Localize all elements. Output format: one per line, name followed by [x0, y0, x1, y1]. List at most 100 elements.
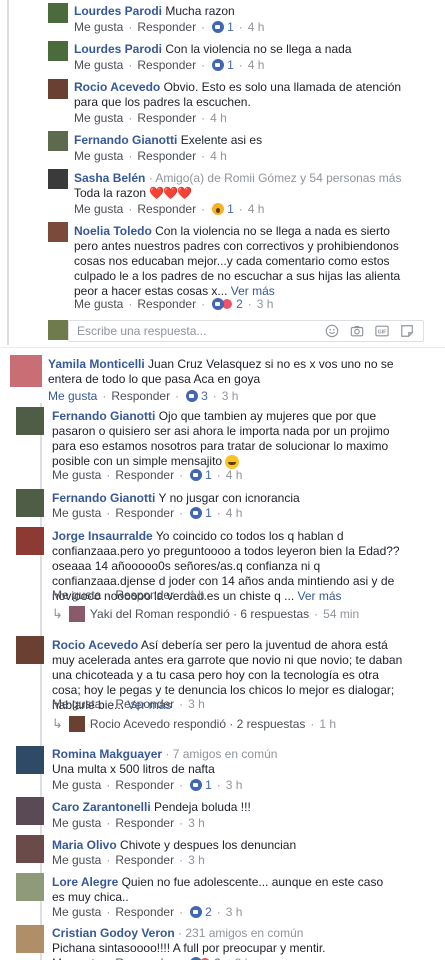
- avatar[interactable]: [48, 169, 68, 189]
- author-name[interactable]: Fernando Gianotti: [52, 491, 155, 505]
- author-name[interactable]: Lourdes Parodi: [74, 4, 162, 18]
- reply-button[interactable]: Responder: [137, 149, 196, 163]
- view-replies[interactable]: ↳ Yaki del Roman respondió · 6 respuesta…: [52, 606, 359, 622]
- timestamp[interactable]: 4 h: [188, 588, 205, 602]
- like-button[interactable]: Me gusta: [52, 697, 101, 711]
- author-name[interactable]: Maria Olivo: [52, 838, 117, 852]
- reaction-count[interactable]: 1: [205, 506, 212, 520]
- timestamp[interactable]: 3 h: [188, 697, 205, 711]
- avatar[interactable]: [10, 355, 42, 387]
- timestamp[interactable]: 3 h: [222, 389, 239, 403]
- author-name[interactable]: Romina Makguayer: [52, 747, 162, 761]
- avatar[interactable]: [16, 489, 44, 517]
- timestamp[interactable]: 3 h: [226, 778, 243, 792]
- timestamp[interactable]: 4 h: [248, 20, 265, 34]
- avatar[interactable]: [16, 527, 44, 555]
- like-button[interactable]: Me gusta: [52, 506, 101, 520]
- author-name[interactable]: Fernando Gianotti: [74, 133, 177, 147]
- gif-icon[interactable]: GIF: [374, 324, 390, 338]
- reply-input[interactable]: [69, 324, 324, 338]
- timestamp[interactable]: 4 h: [248, 202, 265, 216]
- reaction-count[interactable]: 1: [227, 20, 234, 34]
- timestamp[interactable]: 3 h: [188, 853, 205, 867]
- like-button[interactable]: Me gusta: [52, 468, 101, 482]
- avatar[interactable]: [48, 222, 68, 242]
- avatar[interactable]: [48, 41, 68, 61]
- reaction-count[interactable]: 1: [227, 202, 234, 216]
- reply-button[interactable]: Responder: [111, 389, 170, 403]
- avatar[interactable]: [16, 407, 44, 435]
- timestamp[interactable]: 4 h: [210, 149, 227, 163]
- reaction-count[interactable]: 2: [214, 956, 221, 960]
- timestamp[interactable]: 3 h: [188, 816, 205, 830]
- like-button[interactable]: Me gusta: [52, 816, 101, 830]
- see-more-link[interactable]: Ver más: [231, 284, 275, 298]
- reply-button[interactable]: Responder: [137, 297, 196, 311]
- reaction-count[interactable]: 2: [236, 297, 243, 311]
- reaction-count[interactable]: 1: [205, 778, 212, 792]
- reply-button[interactable]: Responder: [137, 111, 196, 125]
- avatar[interactable]: [48, 3, 68, 23]
- reply-composer[interactable]: GIF: [68, 320, 424, 342]
- author-name[interactable]: Rocio Acevedo: [52, 638, 138, 652]
- timestamp[interactable]: 4 h: [248, 58, 265, 72]
- like-button[interactable]: Me gusta: [74, 202, 123, 216]
- like-button[interactable]: Me gusta: [74, 297, 123, 311]
- timestamp[interactable]: 3 h: [235, 956, 252, 960]
- timestamp[interactable]: 4 h: [210, 111, 227, 125]
- replies-summary[interactable]: Yaki del Roman respondió · 6 respuestas: [90, 607, 309, 621]
- avatar[interactable]: [16, 925, 44, 953]
- avatar[interactable]: [16, 797, 44, 825]
- reply-button[interactable]: Responder: [115, 697, 174, 711]
- reply-button[interactable]: Responder: [115, 778, 174, 792]
- author-name[interactable]: Jorge Insaurralde: [52, 529, 153, 543]
- like-button[interactable]: Me gusta: [74, 111, 123, 125]
- timestamp[interactable]: 4 h: [226, 468, 243, 482]
- camera-icon[interactable]: [349, 324, 365, 338]
- author-name[interactable]: Rocio Acevedo: [74, 80, 160, 94]
- like-button[interactable]: Me gusta: [74, 149, 123, 163]
- avatar[interactable]: [16, 835, 44, 863]
- timestamp[interactable]: 3 h: [226, 905, 243, 919]
- reaction-count[interactable]: 1: [205, 468, 212, 482]
- reaction-count[interactable]: 2: [205, 905, 212, 919]
- see-more-link[interactable]: Ver más: [298, 589, 342, 603]
- reply-button[interactable]: Responder: [115, 905, 174, 919]
- avatar[interactable]: [48, 131, 68, 151]
- avatar[interactable]: [16, 636, 44, 664]
- replies-summary[interactable]: Rocio Acevedo respondió · 2 respuestas: [90, 717, 305, 731]
- like-button[interactable]: Me gusta: [52, 778, 101, 792]
- view-replies[interactable]: ↳ Rocio Acevedo respondió · 2 respuestas…: [52, 716, 336, 732]
- author-name[interactable]: Noelia Toledo: [74, 224, 152, 238]
- reply-button[interactable]: Responder: [115, 506, 174, 520]
- author-name[interactable]: Lourdes Parodi: [74, 42, 162, 56]
- author-name[interactable]: Fernando Gianotti: [52, 409, 155, 423]
- avatar[interactable]: [16, 746, 44, 774]
- reply-button[interactable]: Responder: [137, 202, 196, 216]
- like-button[interactable]: Me gusta: [48, 389, 97, 403]
- reply-button[interactable]: Responder: [115, 468, 174, 482]
- reply-button[interactable]: Responder: [115, 816, 174, 830]
- author-name[interactable]: Caro Zarantonelli: [52, 800, 151, 814]
- avatar[interactable]: [16, 873, 44, 901]
- like-button[interactable]: Me gusta: [74, 58, 123, 72]
- author-name[interactable]: Yamila Monticelli: [48, 357, 145, 371]
- avatar[interactable]: [48, 79, 68, 99]
- like-button[interactable]: Me gusta: [52, 588, 101, 602]
- author-name[interactable]: Lore Alegre: [52, 875, 118, 889]
- reply-button[interactable]: Responder: [115, 956, 174, 960]
- author-name[interactable]: Cristian Godoy Veron: [52, 926, 175, 940]
- emoji-icon[interactable]: [324, 324, 340, 338]
- reply-button[interactable]: Responder: [115, 853, 174, 867]
- like-button[interactable]: Me gusta: [52, 956, 101, 960]
- author-name[interactable]: Sasha Belén: [74, 171, 145, 185]
- reaction-count[interactable]: 1: [227, 58, 234, 72]
- timestamp[interactable]: 4 h: [226, 506, 243, 520]
- reply-button[interactable]: Responder: [137, 58, 196, 72]
- like-button[interactable]: Me gusta: [52, 905, 101, 919]
- like-button[interactable]: Me gusta: [74, 20, 123, 34]
- reply-button[interactable]: Responder: [115, 588, 174, 602]
- reply-button[interactable]: Responder: [137, 20, 196, 34]
- like-button[interactable]: Me gusta: [52, 853, 101, 867]
- timestamp[interactable]: 3 h: [257, 297, 274, 311]
